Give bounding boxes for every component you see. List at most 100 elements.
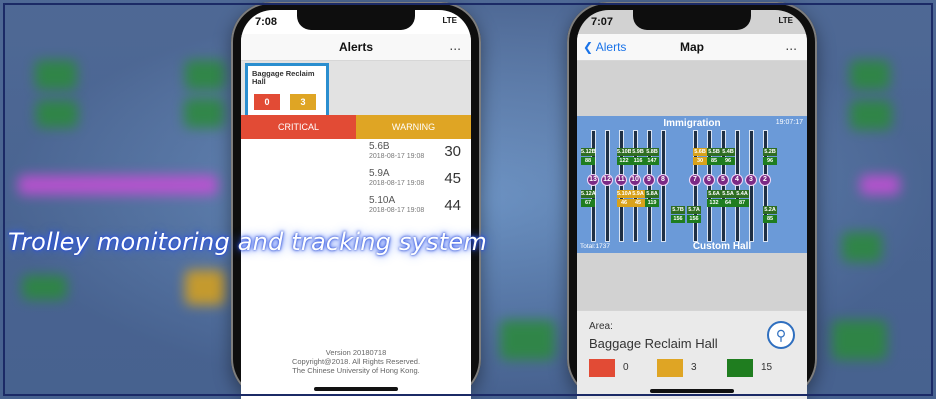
ok-count: 15 (761, 362, 773, 373)
bg-blob (185, 270, 225, 305)
tab-critical[interactable]: CRITICAL (241, 115, 356, 139)
gate-count[interactable]: 147 (645, 157, 659, 165)
area-card[interactable]: Baggage Reclaim Hall 0 3 (245, 63, 329, 119)
belt-number[interactable]: 4 (732, 175, 742, 185)
alert-gate-code: 5.6B (369, 141, 390, 152)
gate-label: 5.10B (617, 148, 632, 156)
bg-blob (22, 275, 67, 300)
warning-count: 3 (691, 362, 697, 373)
gate-label: 5.8A (645, 190, 659, 198)
status-bar: 7:08 LTE (255, 16, 457, 30)
area-name: Baggage Reclaim Hall (589, 336, 718, 351)
bg-blob (832, 320, 887, 360)
critical-count-chip: 0 (254, 94, 280, 110)
gate-label: 5.5A (721, 190, 735, 198)
map-top-label: Immigration (663, 118, 721, 129)
gate-label: 5.9A (631, 190, 645, 198)
belt-number[interactable]: 9 (644, 175, 654, 185)
area-label: Area: (589, 321, 613, 332)
map-bottom-label: Custom Hall (692, 241, 752, 252)
alert-count: 44 (444, 197, 461, 214)
map-total: Total:1737 (580, 243, 610, 250)
left-phone: 7:08 LTE Alerts ... Baggage Reclaim Hall… (231, 2, 481, 399)
gate-label: 5.8B (645, 148, 659, 156)
list-item[interactable]: 5.9A 2018-08-17 19:08 45 (357, 168, 463, 193)
belt-number[interactable]: 3 (746, 175, 756, 185)
conveyor-belt (619, 130, 624, 242)
gate-count[interactable]: 156 (687, 215, 701, 223)
home-indicator[interactable] (650, 389, 734, 393)
list-item[interactable]: 5.6B 2018-08-17 19:08 30 (357, 141, 463, 166)
belt-number[interactable]: 8 (658, 175, 668, 185)
gate-count[interactable]: 67 (581, 199, 595, 207)
alert-gate-code: 5.9A (369, 168, 390, 179)
nav-bar: Alerts ... (241, 34, 471, 61)
alert-count: 45 (444, 170, 461, 187)
gate-count[interactable]: 46 (617, 199, 631, 207)
gate-label: 5.2A (763, 206, 777, 214)
gate-count[interactable]: 122 (617, 157, 631, 165)
conveyor-belt (647, 130, 652, 242)
gate-count[interactable]: 119 (645, 199, 659, 207)
conveyor-belt (605, 130, 610, 242)
more-menu-button[interactable]: ... (785, 37, 797, 53)
page-title: Alerts (338, 40, 373, 54)
conveyor-belt (693, 130, 698, 242)
conveyor-belt (735, 130, 740, 242)
alerts-screen: 7:08 LTE Alerts ... Baggage Reclaim Hall… (241, 10, 471, 399)
alert-gate-code: 5.10A (369, 195, 396, 206)
signal-indicator: LTE (778, 16, 793, 25)
gate-label: 5.4B (721, 148, 735, 156)
gate-count[interactable]: 96 (763, 157, 777, 165)
gate-count[interactable]: 116 (631, 157, 645, 165)
gate-count[interactable]: 30 (693, 157, 707, 165)
bg-blob (860, 175, 900, 195)
gate-count[interactable]: 96 (721, 157, 735, 165)
bg-blob (35, 60, 77, 90)
warning-count-chip: 3 (290, 94, 316, 110)
belt-number[interactable]: 11 (616, 175, 626, 185)
belt-number[interactable]: 5 (718, 175, 728, 185)
belt-number[interactable]: 12 (602, 175, 612, 185)
gate-count[interactable]: 87 (735, 199, 749, 207)
status-time: 7:08 (255, 16, 278, 28)
compass-icon[interactable]: ⚲ (767, 321, 795, 349)
gate-count[interactable]: 88 (581, 157, 595, 165)
more-menu-button[interactable]: ... (449, 37, 461, 53)
gate-count[interactable]: 156 (671, 215, 685, 223)
tab-warning[interactable]: WARNING (356, 115, 471, 139)
belt-number[interactable]: 7 (690, 175, 700, 185)
gate-label: 5.2B (763, 148, 777, 156)
gate-label: 5.5B (707, 148, 721, 156)
bg-blob (184, 98, 224, 128)
status-bar: 7:07 LTE (591, 16, 793, 30)
version-text: Version 20180718 (325, 348, 387, 357)
belt-number[interactable]: 2 (760, 175, 770, 185)
belt-number[interactable]: 6 (704, 175, 714, 185)
gate-label: 5.6A (707, 190, 721, 198)
gate-count[interactable]: 85 (763, 215, 777, 223)
belt-number[interactable]: 10 (630, 175, 640, 185)
belt-number[interactable]: 13 (588, 175, 598, 185)
page-title: Map (680, 40, 704, 54)
home-indicator[interactable] (314, 387, 398, 391)
list-item[interactable]: 5.10A 2018-08-17 19:08 44 (357, 195, 463, 220)
signal-indicator: LTE (442, 16, 457, 25)
warning-list: 5.6B 2018-08-17 19:08 30 5.9A 2018-08-17… (357, 141, 463, 222)
alert-timestamp: 2018-08-17 19:08 (369, 180, 425, 187)
area-card-name: Baggage Reclaim Hall (252, 69, 315, 86)
caption-title: Trolley monitoring and tracking system (8, 228, 487, 256)
organization-text: The Chinese University of Hong Kong. (292, 366, 420, 375)
gate-count[interactable]: 64 (721, 199, 735, 207)
alert-timestamp: 2018-08-17 19:08 (369, 153, 425, 160)
gate-count[interactable]: 85 (707, 157, 721, 165)
right-phone: 7:07 LTE ❮ Alerts Map ... Immigration 19… (567, 2, 817, 399)
area-sheet: Area: Baggage Reclaim Hall ⚲ 0 3 15 (577, 310, 807, 399)
gate-label: 5.12A (581, 190, 596, 198)
critical-swatch (589, 359, 615, 377)
gate-count[interactable]: 132 (707, 199, 721, 207)
gate-count[interactable]: 45 (631, 199, 645, 207)
conveyor-belt (721, 130, 726, 242)
bg-blob (842, 232, 882, 262)
hall-map[interactable]: Immigration 19:07:17 Total:1737 Custom H… (577, 116, 807, 253)
